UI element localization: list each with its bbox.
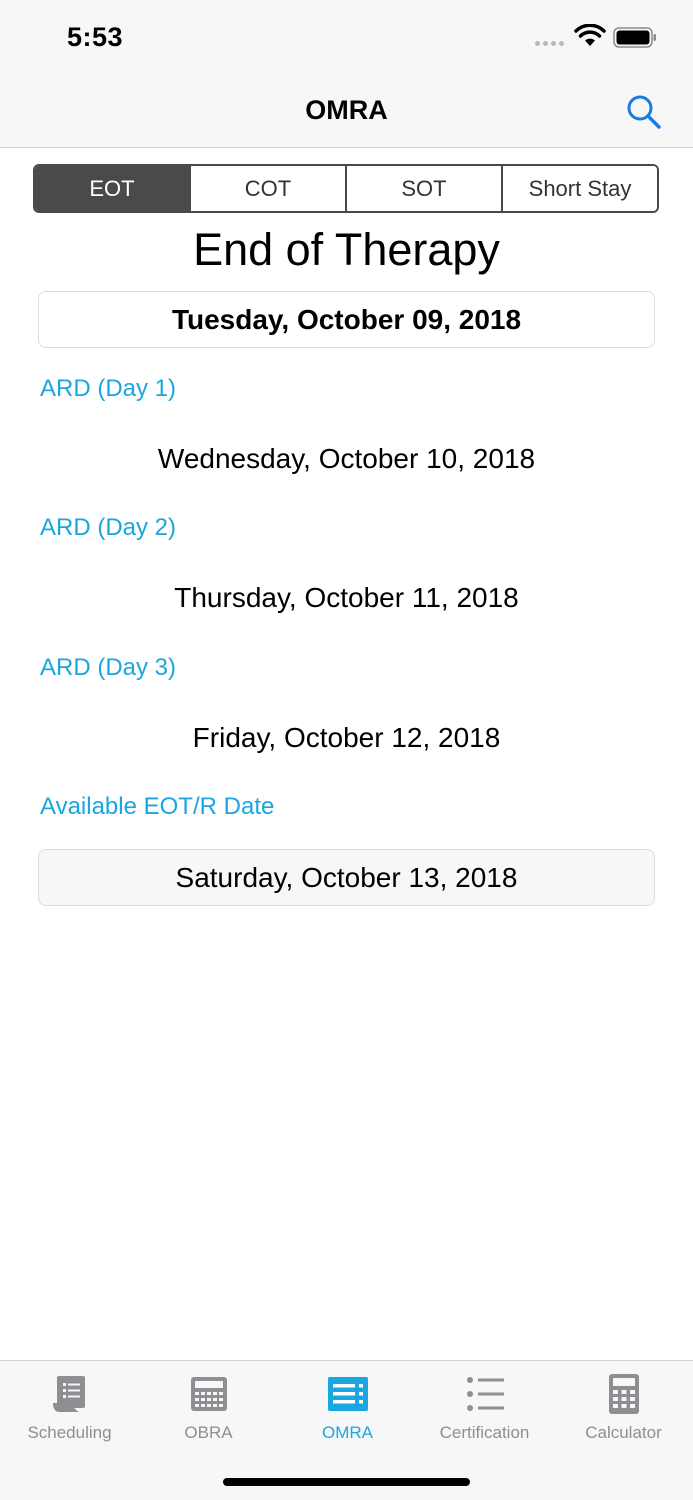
segment-short-stay[interactable]: Short Stay xyxy=(503,166,657,211)
start-date-picker[interactable]: Tuesday, October 09, 2018 xyxy=(38,291,655,348)
screen: 5:53 OMRA EOT COT SOT Short Stay End of … xyxy=(0,0,693,1500)
battery-icon xyxy=(613,27,656,48)
calculator-icon xyxy=(608,1374,639,1414)
therapy-type-segmented-control: EOT COT SOT Short Stay xyxy=(33,164,659,213)
wifi-icon xyxy=(574,24,606,46)
cellular-signal-icon xyxy=(535,41,564,46)
tab-certification-label: Certification xyxy=(439,1423,530,1442)
status-bar: 5:53 xyxy=(0,0,693,80)
tab-omra-label: OMRA xyxy=(322,1423,373,1442)
page-title: End of Therapy xyxy=(193,224,500,275)
available-date-label: Available EOT/R Date xyxy=(40,793,275,820)
tab-omra[interactable]: OMRA xyxy=(278,1361,417,1456)
ard-day-2-date: Thursday, October 11, 2018 xyxy=(174,582,519,613)
ard-day-2-label: ARD (Day 2) xyxy=(40,514,177,541)
tab-calculator[interactable]: Calculator xyxy=(554,1361,693,1456)
segment-eot[interactable]: EOT xyxy=(35,166,191,211)
ard-day-3-label: ARD (Day 3) xyxy=(40,654,177,681)
scroll-icon xyxy=(52,1376,85,1412)
segment-cot[interactable]: COT xyxy=(191,166,347,211)
search-button[interactable] xyxy=(624,92,664,132)
search-icon xyxy=(627,95,661,129)
list-panel-icon xyxy=(327,1377,368,1411)
bullet-list-icon xyxy=(466,1377,504,1411)
ard-day-1-label: ARD (Day 1) xyxy=(40,375,177,402)
keypad-icon xyxy=(190,1377,227,1411)
segment-sot[interactable]: SOT xyxy=(347,166,503,211)
tab-obra-label: OBRA xyxy=(184,1423,233,1442)
tab-certification[interactable]: Certification xyxy=(415,1361,554,1456)
tab-calculator-label: Calculator xyxy=(585,1423,662,1442)
tab-scheduling-label: Scheduling xyxy=(27,1423,112,1442)
tab-scheduling[interactable]: Scheduling xyxy=(0,1361,139,1456)
home-indicator xyxy=(223,1478,470,1486)
available-date-value: Saturday, October 13, 2018 xyxy=(38,849,655,906)
nav-title: OMRA xyxy=(305,95,388,125)
status-time: 5:53 xyxy=(67,22,124,52)
ard-day-1-date: Wednesday, October 10, 2018 xyxy=(157,443,536,474)
ard-day-3-date: Friday, October 12, 2018 xyxy=(192,722,501,753)
navigation-bar: OMRA xyxy=(0,80,693,148)
tab-obra[interactable]: OBRA xyxy=(139,1361,278,1456)
